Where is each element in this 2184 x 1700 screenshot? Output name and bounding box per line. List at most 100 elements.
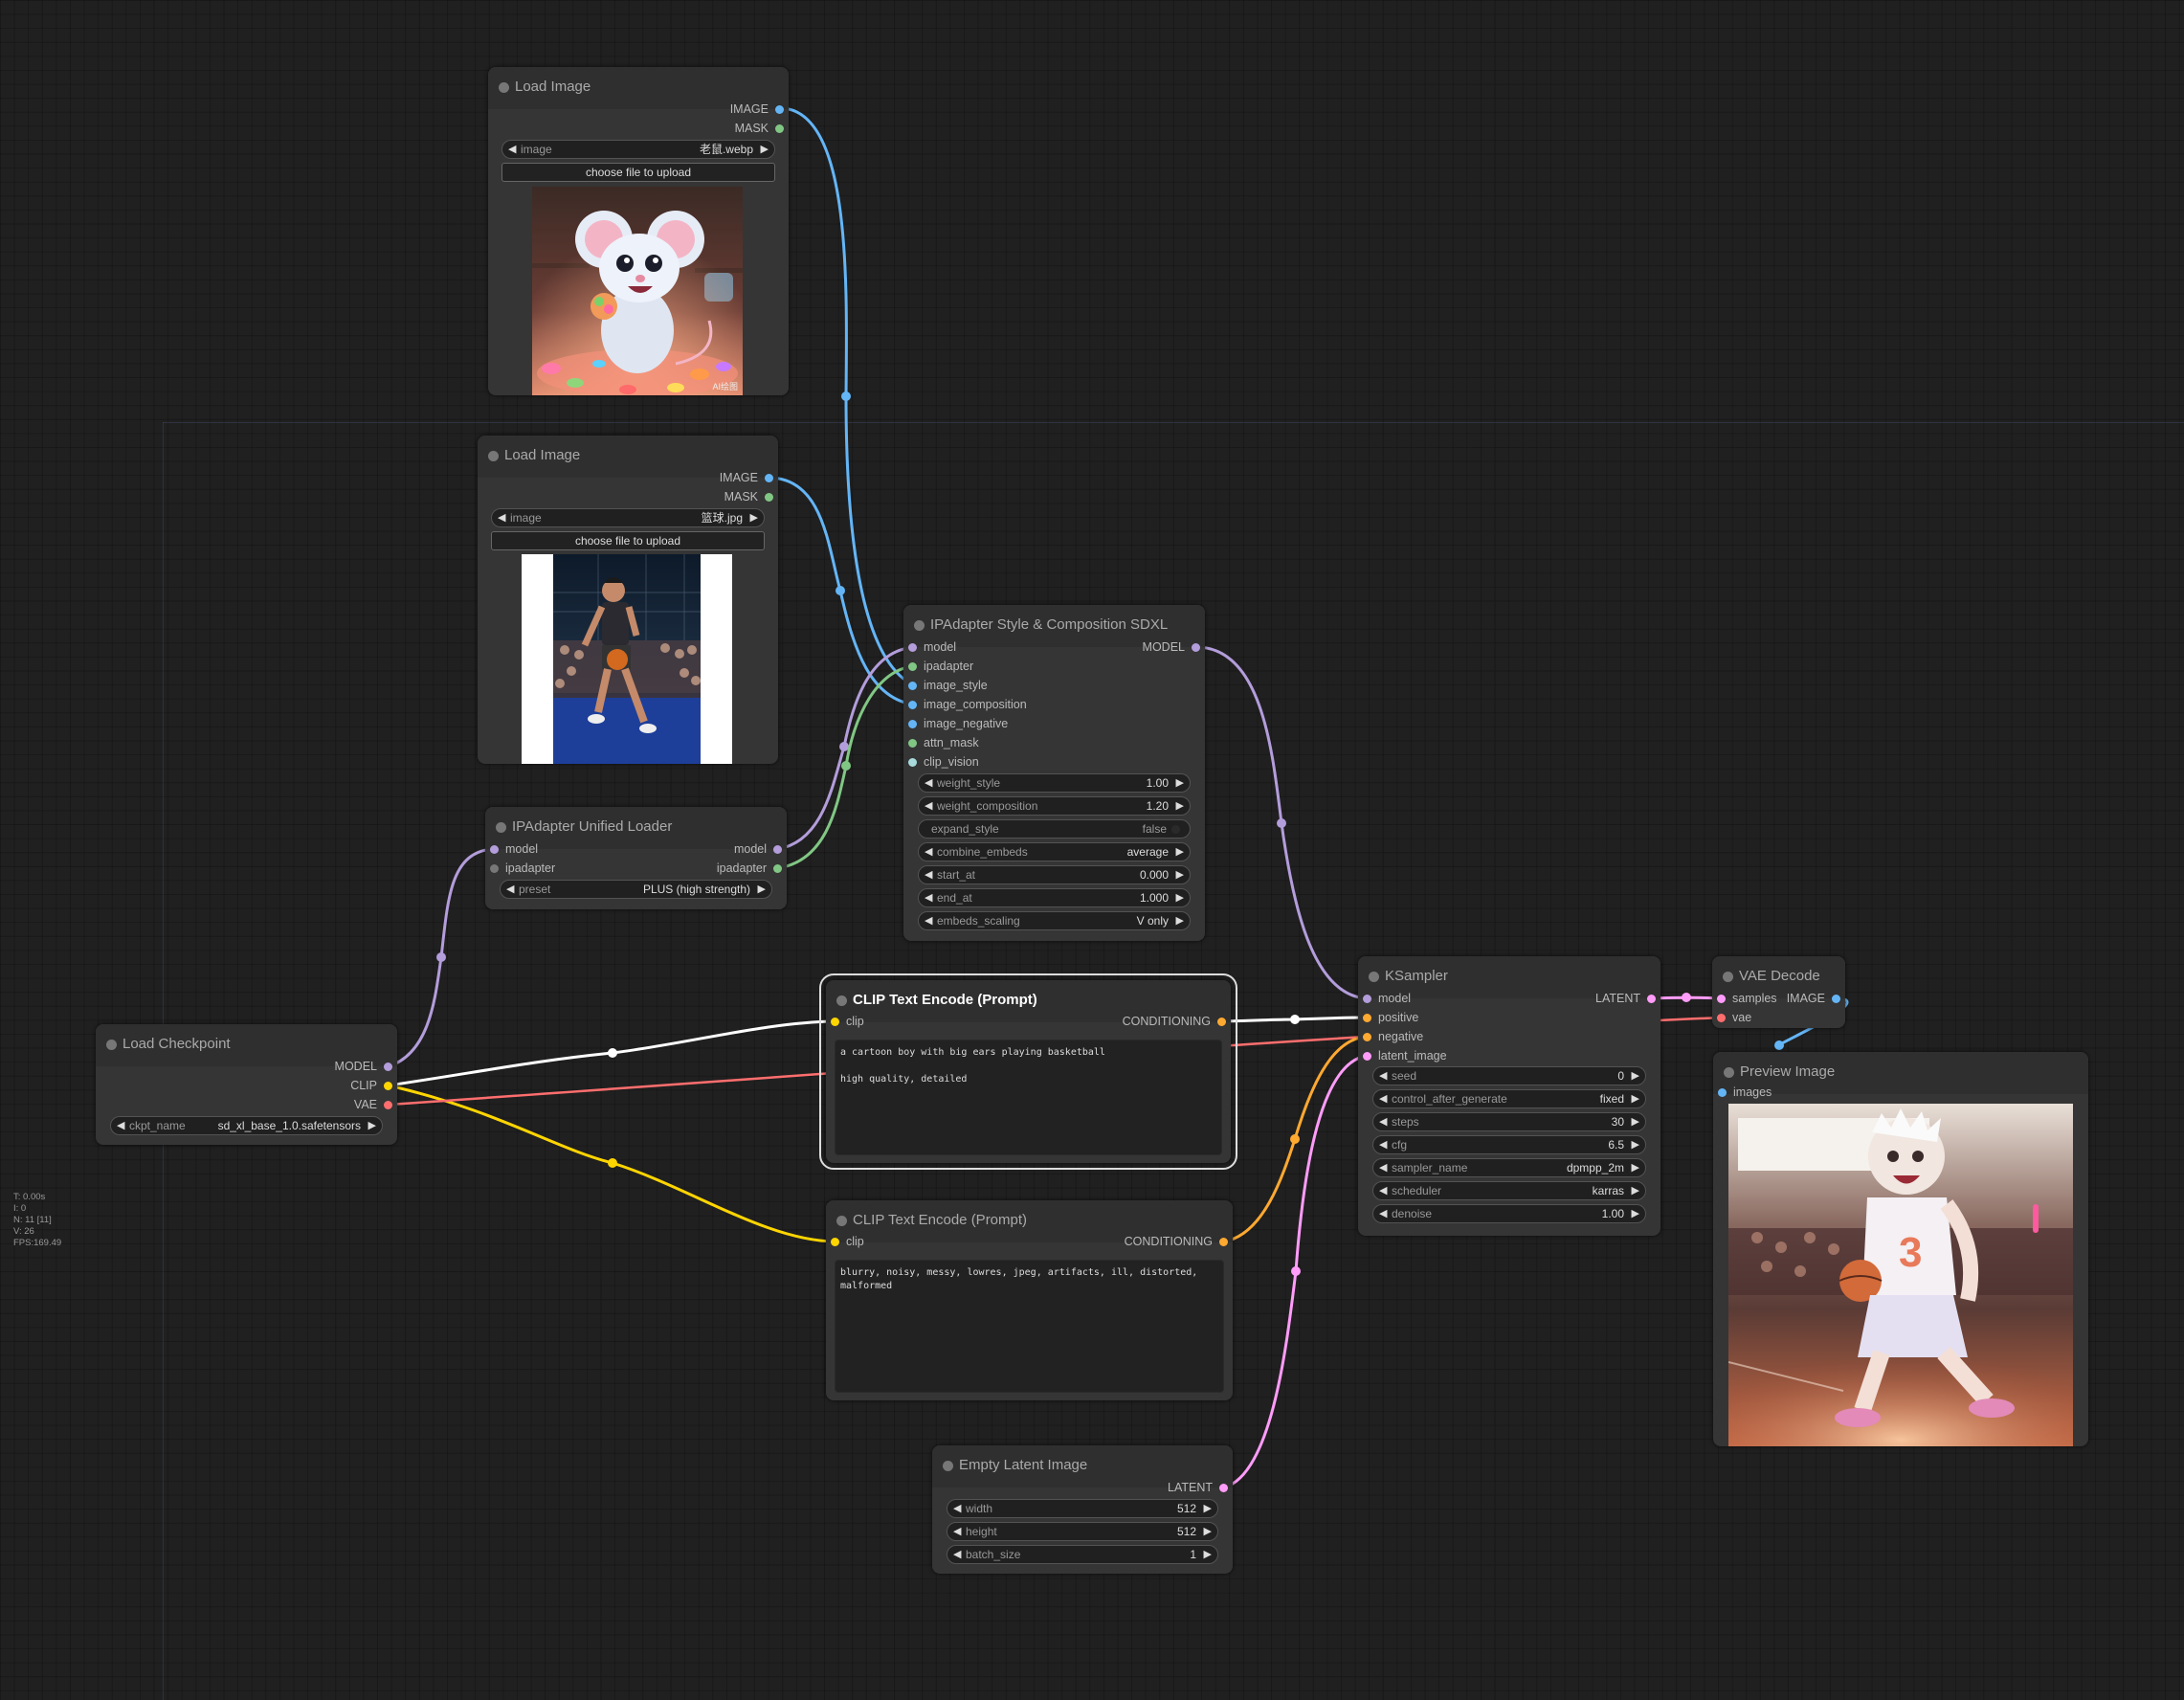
output-conditioning[interactable]: CONDITIONING: [1123, 1012, 1231, 1031]
node-load-image-mouse[interactable]: Load Image IMAGE MASK ◀ image 老鼠.webp ▶ …: [488, 67, 789, 395]
output-vae[interactable]: VAE: [354, 1095, 397, 1114]
output-model[interactable]: model: [734, 839, 787, 859]
arrow-right-icon[interactable]: ▶: [750, 509, 758, 527]
node-ksampler[interactable]: KSampler model positive negative latent_…: [1358, 956, 1660, 1236]
input-attn-mask[interactable]: attn_mask: [903, 733, 979, 752]
preset-widget[interactable]: ◀ preset PLUS (high strength) ▶: [500, 880, 772, 899]
collapse-dot-icon[interactable]: [836, 1216, 847, 1226]
input-ipadapter[interactable]: ipadapter: [485, 859, 555, 878]
collapse-dot-icon[interactable]: [488, 451, 499, 461]
input-positive[interactable]: positive: [1358, 1008, 1418, 1027]
output-model[interactable]: MODEL: [1143, 638, 1205, 657]
node-clip-text-encode-negative[interactable]: CLIP Text Encode (Prompt) clip CONDITION…: [826, 1200, 1233, 1400]
combine-embeds-widget[interactable]: ◀ combine_embeds average ▶: [918, 842, 1191, 861]
output-clip[interactable]: CLIP: [350, 1076, 397, 1095]
steps-widget[interactable]: ◀ steps 30 ▶: [1372, 1112, 1646, 1131]
node-load-image-basketball[interactable]: Load Image IMAGE MASK ◀ image 篮球.jpg ▶ c…: [478, 436, 778, 764]
node-ipadapter-unified-loader[interactable]: IPAdapter Unified Loader model ipadapter…: [485, 807, 787, 909]
weight-composition-widget[interactable]: ◀ weight_composition 1.20 ▶: [918, 796, 1191, 816]
input-model[interactable]: model: [485, 839, 538, 859]
weight-style-widget[interactable]: ◀ weight_style 1.00 ▶: [918, 773, 1191, 793]
arrow-right-icon[interactable]: ▶: [761, 141, 769, 159]
output-image[interactable]: IMAGE: [730, 100, 789, 119]
upload-button[interactable]: choose file to upload: [501, 163, 775, 182]
collapse-dot-icon[interactable]: [943, 1461, 953, 1471]
clip-slot-dot-icon: [384, 1082, 392, 1090]
collapse-dot-icon[interactable]: [106, 1040, 117, 1050]
sampler-name-widget[interactable]: ◀ sampler_name dpmpp_2m ▶: [1372, 1158, 1646, 1177]
start-at-widget[interactable]: ◀ start_at 0.000 ▶: [918, 865, 1191, 884]
output-mask[interactable]: MASK: [735, 119, 789, 138]
batch-size-widget[interactable]: ◀ batch_size 1 ▶: [947, 1545, 1218, 1564]
expand-style-toggle[interactable]: expand_style false: [918, 819, 1191, 839]
conditioning-slot-dot-icon: [1217, 1018, 1226, 1026]
output-latent[interactable]: LATENT: [1595, 989, 1660, 1008]
output-model[interactable]: MODEL: [335, 1057, 397, 1076]
input-ipadapter[interactable]: ipadapter: [903, 657, 973, 676]
input-model[interactable]: model: [903, 638, 956, 657]
input-negative[interactable]: negative: [1358, 1027, 1423, 1046]
arrow-right-icon: ▶: [1175, 915, 1184, 927]
input-clip-vision[interactable]: clip_vision: [903, 752, 979, 772]
input-model[interactable]: model: [1358, 989, 1411, 1008]
collapse-dot-icon[interactable]: [1369, 972, 1379, 982]
collapse-dot-icon[interactable]: [499, 82, 509, 93]
node-ipadapter-style-composition[interactable]: IPAdapter Style & Composition SDXL model…: [903, 605, 1205, 941]
output-conditioning[interactable]: CONDITIONING: [1125, 1232, 1233, 1251]
node-preview-image[interactable]: Preview Image images 3: [1713, 1052, 2088, 1446]
stat-v: V: 26: [13, 1226, 34, 1237]
node-load-checkpoint[interactable]: Load Checkpoint MODEL CLIP VAE ◀ ckpt_nam…: [96, 1024, 397, 1145]
node-vae-decode[interactable]: VAE Decode samples vae IMAGE: [1712, 956, 1845, 1028]
arrow-left-icon: ◀: [925, 892, 933, 904]
ckpt-name-widget[interactable]: ◀ ckpt_name sd_xl_base_1.0.safetensors ▶: [110, 1116, 383, 1135]
scheduler-widget[interactable]: ◀ scheduler karras ▶: [1372, 1181, 1646, 1200]
input-samples[interactable]: samples: [1712, 989, 1777, 1008]
link-ipadapter-model: [1195, 645, 1368, 1000]
input-latent-image[interactable]: latent_image: [1358, 1046, 1447, 1065]
collapse-dot-icon[interactable]: [914, 620, 925, 631]
ipadapter-slot-dot-icon: [490, 864, 499, 873]
node-empty-latent-image[interactable]: Empty Latent Image LATENT ◀ width 512 ▶ ◀ he…: [932, 1445, 1233, 1574]
output-image[interactable]: IMAGE: [720, 468, 778, 487]
end-at-widget[interactable]: ◀ end_at 1.000 ▶: [918, 888, 1191, 907]
seed-widget[interactable]: ◀ seed 0 ▶: [1372, 1066, 1646, 1085]
image-combo[interactable]: ◀ image 篮球.jpg ▶: [491, 508, 765, 527]
collapse-dot-icon[interactable]: [496, 822, 506, 833]
arrow-right-icon: ▶: [1631, 1116, 1639, 1128]
output-latent[interactable]: LATENT: [1168, 1478, 1233, 1497]
input-clip[interactable]: clip: [826, 1232, 864, 1251]
node-clip-text-encode-positive[interactable]: CLIP Text Encode (Prompt) clip CONDITION…: [819, 973, 1237, 1170]
input-image-style[interactable]: image_style: [903, 676, 988, 695]
height-widget[interactable]: ◀ height 512 ▶: [947, 1522, 1218, 1541]
embeds-scaling-widget[interactable]: ◀ embeds_scaling V only ▶: [918, 911, 1191, 930]
input-clip[interactable]: clip: [826, 1012, 864, 1031]
arrow-right-icon: ▶: [1175, 777, 1184, 789]
arrow-left-icon[interactable]: ◀: [498, 509, 505, 527]
upload-button[interactable]: choose file to upload: [491, 531, 765, 550]
arrow-left-icon[interactable]: ◀: [508, 141, 516, 159]
input-image-composition[interactable]: image_composition: [903, 695, 1027, 714]
cfg-widget[interactable]: ◀ cfg 6.5 ▶: [1372, 1135, 1646, 1154]
prompt-textarea[interactable]: blurry, noisy, messy, lowres, jpeg, arti…: [835, 1260, 1224, 1393]
ipadapter-slot-dot-icon: [773, 864, 782, 873]
image-combo[interactable]: ◀ image 老鼠.webp ▶: [501, 140, 775, 159]
collapse-dot-icon[interactable]: [1724, 1067, 1734, 1078]
denoise-widget[interactable]: ◀ denoise 1.00 ▶: [1372, 1204, 1646, 1223]
vae-slot-dot-icon: [1717, 1014, 1726, 1022]
collapse-dot-icon[interactable]: [836, 995, 847, 1006]
width-widget[interactable]: ◀ width 512 ▶: [947, 1499, 1218, 1518]
arrow-left-icon: ◀: [1379, 1116, 1388, 1128]
input-vae[interactable]: vae: [1712, 1008, 1751, 1027]
control-after-generate-widget[interactable]: ◀ control_after_generate fixed ▶: [1372, 1089, 1646, 1108]
output-image[interactable]: IMAGE: [1787, 989, 1845, 1008]
node-title: CLIP Text Encode (Prompt): [853, 992, 1037, 1008]
arrow-right-icon: ▶: [1631, 1162, 1639, 1174]
input-image-negative[interactable]: image_negative: [903, 714, 1008, 733]
input-images[interactable]: images: [1713, 1083, 1772, 1102]
output-ipadapter[interactable]: ipadapter: [717, 859, 787, 878]
node-title: IPAdapter Style & Composition SDXL: [930, 616, 1169, 633]
prompt-textarea[interactable]: a cartoon boy with big ears playing bask…: [835, 1040, 1222, 1155]
image-slot-dot-icon: [775, 105, 784, 114]
collapse-dot-icon[interactable]: [1723, 972, 1733, 982]
output-mask[interactable]: MASK: [724, 487, 778, 506]
